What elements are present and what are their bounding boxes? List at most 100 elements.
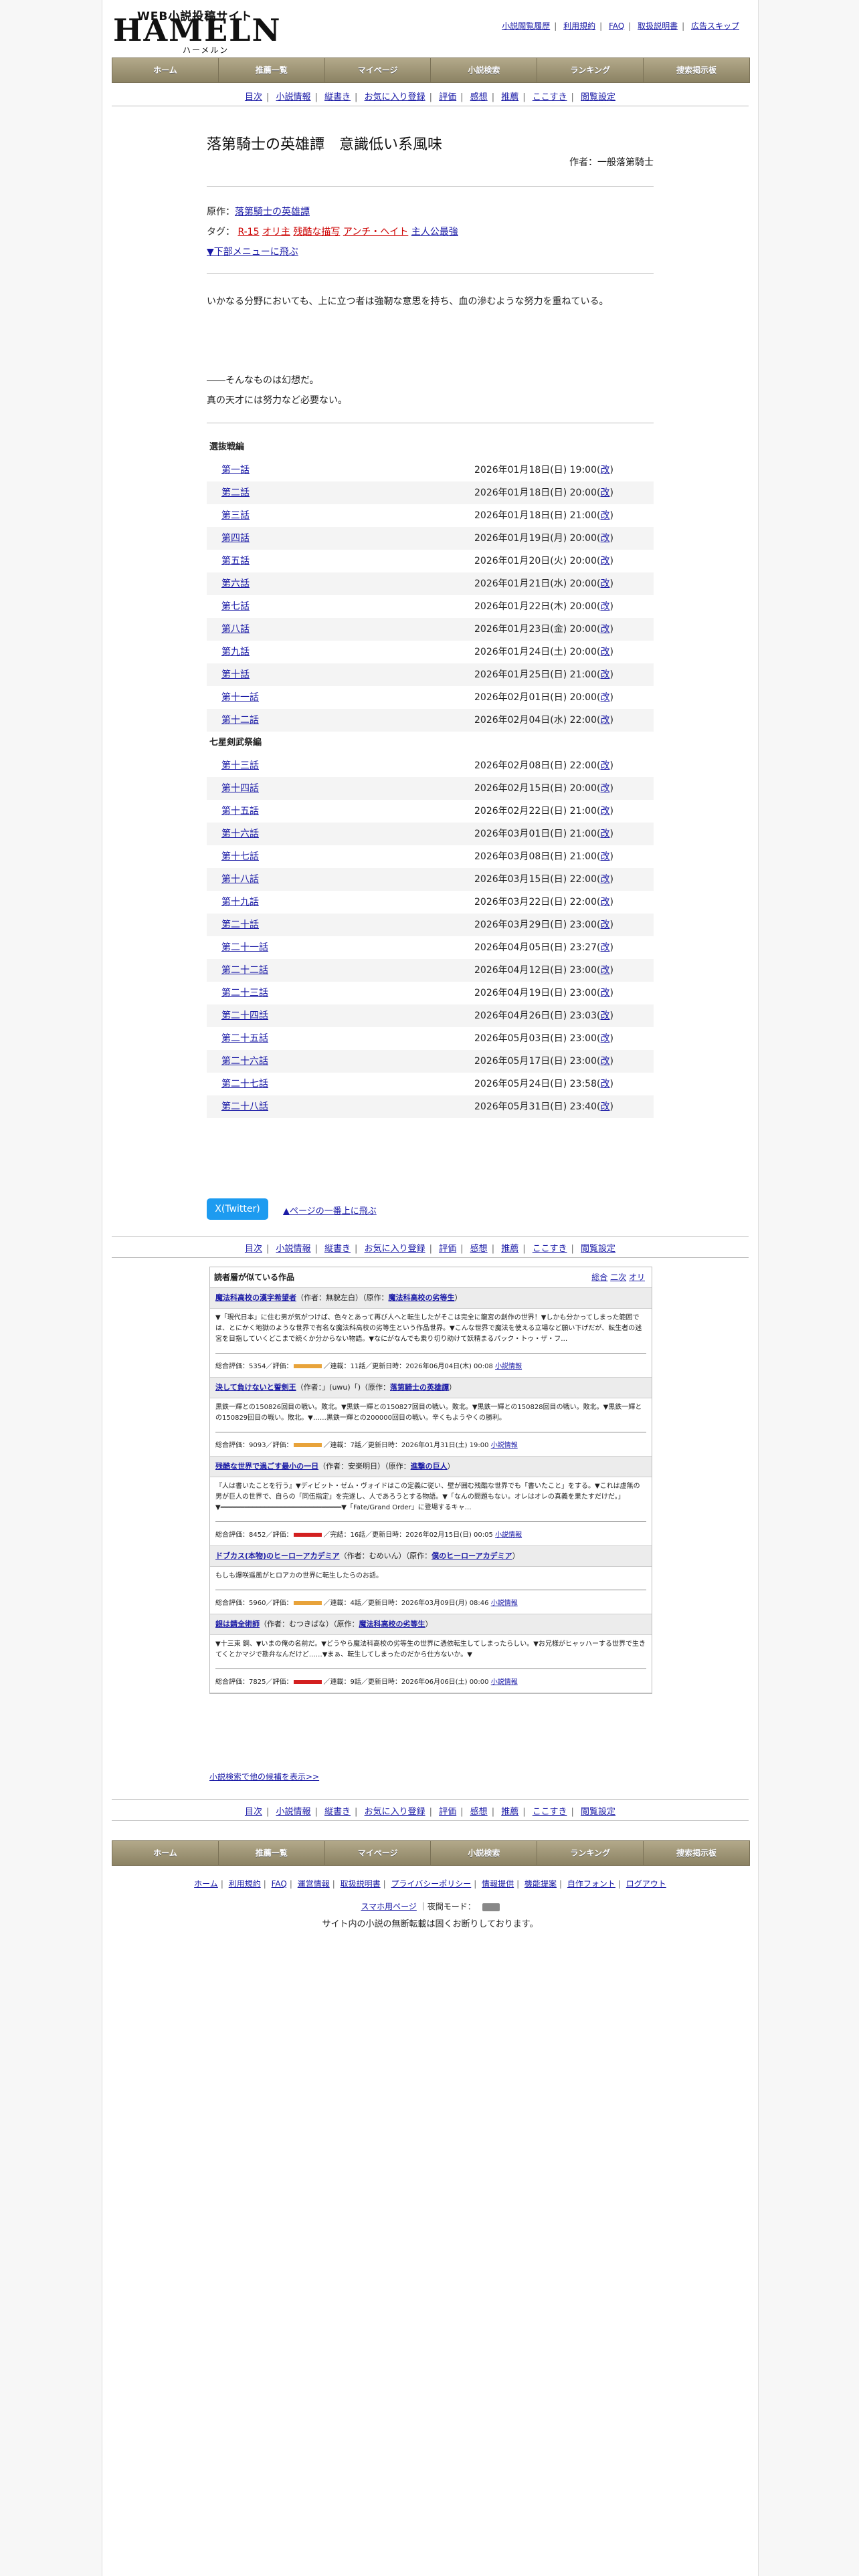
revision-link[interactable]: 改 (600, 1010, 609, 1021)
episode-link[interactable]: 第二十二話 (221, 959, 268, 982)
episode-link[interactable]: 第十三話 (221, 754, 259, 777)
similar-work-title[interactable]: 決して負けないと誓剣王 (215, 1383, 296, 1392)
terms-link[interactable]: 利用規約 (563, 21, 595, 31)
episode-link[interactable]: 第一話 (221, 459, 250, 481)
revision-link[interactable]: 改 (600, 874, 609, 885)
tab-all[interactable]: 総合 (591, 1273, 607, 1282)
hameln-logo[interactable]: WEB小説投稿サイト HAMELN ハーメルン (113, 5, 280, 55)
revision-link[interactable]: 改 (600, 988, 609, 998)
to-top-link[interactable]: ▲ページの一番上に飛ぶ (283, 1204, 377, 1216)
footer-manual[interactable]: 取扱説明書 (341, 1879, 381, 1889)
episode-link[interactable]: 第二十六話 (221, 1050, 268, 1073)
novel-info-link[interactable]: 小説情報 (495, 1363, 522, 1370)
revision-link[interactable]: 改 (600, 647, 609, 657)
nav-search[interactable]: 小説検索 (431, 1841, 538, 1865)
original-link[interactable]: 落第騎士の英雄譚 (235, 207, 310, 217)
bottom-menu-link[interactable]: ▼下部メニューに飛ぶ (207, 247, 298, 257)
episode-link[interactable]: 第十六話 (221, 823, 259, 845)
revision-link[interactable]: 改 (600, 669, 609, 680)
episode-link[interactable]: 第二十三話 (221, 982, 268, 1004)
revision-link[interactable]: 改 (600, 806, 609, 817)
footer-terms[interactable]: 利用規約 (229, 1879, 261, 1889)
tag-anti-hate[interactable]: アンチ・ヘイト (343, 227, 408, 237)
subnav-info[interactable]: 小説情報 (276, 1807, 310, 1817)
episode-link[interactable]: 第十二話 (221, 709, 259, 732)
history-link[interactable]: 小説閲覧履歴 (502, 21, 550, 31)
novel-info-link[interactable]: 小説情報 (491, 1442, 518, 1449)
similar-work-original[interactable]: 魔法科高校の劣等生 (359, 1620, 425, 1628)
revision-link[interactable]: 改 (600, 942, 609, 953)
novel-info-link[interactable]: 小説情報 (491, 1600, 518, 1607)
episode-link[interactable]: 第七話 (221, 595, 250, 618)
subnav-review[interactable]: 感想 (470, 92, 488, 102)
revision-link[interactable]: 改 (600, 488, 609, 498)
revision-link[interactable]: 改 (600, 465, 609, 475)
subnav-kokosuki[interactable]: ここすき (533, 1244, 567, 1254)
episode-link[interactable]: 第十七話 (221, 845, 259, 868)
subnav-kokosuki[interactable]: ここすき (533, 1807, 567, 1817)
subnav-settings[interactable]: 閲覧設定 (581, 92, 615, 102)
nav-board[interactable]: 捜索掲示板 (644, 1841, 749, 1865)
revision-link[interactable]: 改 (600, 1079, 609, 1089)
nav-search[interactable]: 小説検索 (431, 58, 538, 82)
revision-link[interactable]: 改 (600, 965, 609, 976)
revision-link[interactable]: 改 (600, 601, 609, 612)
subnav-favorite[interactable]: お気に入り登録 (365, 92, 425, 102)
episode-link[interactable]: 第二十七話 (221, 1073, 268, 1095)
footer-faq[interactable]: FAQ (272, 1879, 287, 1889)
nav-board[interactable]: 捜索掲示板 (644, 58, 749, 82)
nav-mypage[interactable]: マイページ (325, 58, 432, 82)
similar-work-original[interactable]: 僕のヒーローアカデミア (432, 1551, 512, 1560)
revision-link[interactable]: 改 (600, 556, 609, 566)
tab-original[interactable]: オリ (629, 1273, 645, 1282)
episode-link[interactable]: 第十一話 (221, 686, 259, 709)
tab-fanfic[interactable]: 二次 (610, 1273, 626, 1282)
revision-link[interactable]: 改 (600, 1056, 609, 1067)
subnav-rate[interactable]: 評価 (439, 1244, 456, 1254)
novel-info-link[interactable]: 小説情報 (495, 1531, 522, 1539)
nav-recommend[interactable]: 推薦一覧 (219, 58, 325, 82)
footer-logout[interactable]: ログアウト (626, 1879, 666, 1889)
subnav-kokosuki[interactable]: ここすき (533, 92, 567, 102)
episode-link[interactable]: 第二十一話 (221, 936, 268, 959)
footer-operation[interactable]: 運営情報 (298, 1879, 330, 1889)
smartphone-page-link[interactable]: スマホ用ページ (361, 1902, 416, 1911)
subnav-vertical[interactable]: 縦書き (324, 1807, 351, 1817)
episode-link[interactable]: 第八話 (221, 618, 250, 641)
similar-work-original[interactable]: 落第騎士の英雄譚 (390, 1383, 449, 1392)
nav-recommend[interactable]: 推薦一覧 (219, 1841, 325, 1865)
subnav-settings[interactable]: 閲覧設定 (581, 1244, 615, 1254)
subnav-review[interactable]: 感想 (470, 1807, 488, 1817)
subnav-info[interactable]: 小説情報 (276, 92, 310, 102)
manual-link[interactable]: 取扱説明書 (638, 21, 678, 31)
revision-link[interactable]: 改 (600, 533, 609, 544)
footer-home[interactable]: ホーム (194, 1879, 218, 1889)
subnav-rate[interactable]: 評価 (439, 92, 456, 102)
episode-link[interactable]: 第二十話 (221, 914, 259, 936)
revision-link[interactable]: 改 (600, 783, 609, 794)
nav-ranking[interactable]: ランキング (537, 1841, 644, 1865)
revision-link[interactable]: 改 (600, 692, 609, 703)
subnav-vertical[interactable]: 縦書き (324, 92, 351, 102)
similar-work-title[interactable]: 銀は錆全術師 (215, 1620, 260, 1628)
similar-work-original[interactable]: 魔法科高校の劣等生 (389, 1293, 455, 1302)
episode-link[interactable]: 第十八話 (221, 868, 259, 891)
subnav-suggest[interactable]: 推薦 (501, 1807, 518, 1817)
tag-strongest-mc[interactable]: 主人公最強 (411, 227, 458, 237)
revision-link[interactable]: 改 (600, 920, 609, 930)
tag-r15[interactable]: R-15 (237, 227, 259, 237)
footer-privacy[interactable]: プライバシーポリシー (391, 1879, 471, 1889)
subnav-favorite[interactable]: お気に入り登録 (365, 1244, 425, 1254)
revision-link[interactable]: 改 (600, 1033, 609, 1044)
similar-work-title[interactable]: ドブカス(本物)のヒーローアカデミア (215, 1551, 340, 1560)
similar-work-title[interactable]: 魔法科高校の漢字希望者 (215, 1293, 296, 1302)
ad-skip-link[interactable]: 広告スキップ (691, 21, 739, 31)
nav-home[interactable]: ホーム (112, 1841, 219, 1865)
subnav-rate[interactable]: 評価 (439, 1807, 456, 1817)
revision-link[interactable]: 改 (600, 897, 609, 907)
subnav-info[interactable]: 小説情報 (276, 1244, 310, 1254)
episode-link[interactable]: 第二十四話 (221, 1004, 268, 1027)
subnav-review[interactable]: 感想 (470, 1244, 488, 1254)
episode-link[interactable]: 第四話 (221, 527, 250, 550)
subnav-toc[interactable]: 目次 (245, 1807, 262, 1817)
